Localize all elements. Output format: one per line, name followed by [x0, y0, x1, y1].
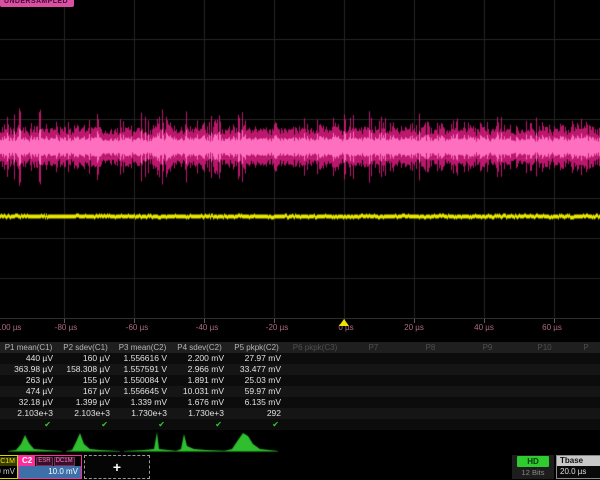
measurement-num-row: 2.103e+3 2.103e+3 1.730e+3 1.730e+3 292	[0, 408, 600, 419]
oscilloscope-screen: Undersampled -100 µs -80 µs -60 µs -40 µ…	[0, 0, 600, 480]
num-cell: 2.103e+3	[0, 408, 57, 419]
time-axis-label: -20 µs	[266, 323, 288, 332]
status-check-icon: ✔	[171, 419, 228, 430]
param-header-p4[interactable]: P4 sdev(C2)	[171, 342, 228, 353]
sdev-cell: 32.18 µV	[0, 397, 57, 408]
c2-coupling-badge: DC1M	[54, 457, 75, 466]
timebase-per-div: 20.0 µs	[557, 466, 600, 478]
measurement-table: P1 mean(C1) P2 sdev(C1) P3 mean(C2) P4 s…	[0, 342, 600, 430]
parameter-histicons[interactable]	[0, 430, 600, 454]
num-cell: 1.730e+3	[171, 408, 228, 419]
c2-label: C2	[19, 456, 35, 466]
num-cell: 292	[228, 408, 285, 419]
time-axis: -100 µs -80 µs -60 µs -40 µs -20 µs 0 µs…	[0, 318, 600, 336]
timebase-descriptor[interactable]: Tbase 20.0 µs	[556, 455, 600, 479]
min-cell: 263 µV	[0, 375, 57, 386]
time-axis-label: -80 µs	[55, 323, 77, 332]
sdev-cell: 6.135 mV	[228, 397, 285, 408]
hd-bits-label: 12 Bits	[512, 467, 554, 478]
max-cell: 10.031 mV	[171, 386, 228, 397]
param-header-p2[interactable]: P2 sdev(C1)	[57, 342, 114, 353]
status-check-icon: ✔	[0, 419, 57, 430]
max-cell: 1.556645 V	[114, 386, 171, 397]
undersampled-warning-badge: Undersampled	[0, 0, 74, 7]
waveform-grid-area[interactable]: Undersampled	[0, 0, 600, 318]
value-cell: 1.556616 V	[114, 353, 171, 364]
max-cell: 167 µV	[57, 386, 114, 397]
mean-cell: 363.98 µV	[0, 364, 57, 375]
min-cell: 1.891 mV	[171, 375, 228, 386]
timebase-title: Tbase	[557, 456, 600, 466]
param-header-p1[interactable]: P1 mean(C1)	[0, 342, 57, 353]
descriptor-bar: DC1M 0 mV C2 ESR DC1M 10.0 mV + HD 12 Bi…	[0, 455, 600, 480]
param-header-p8[interactable]: P8	[402, 342, 459, 353]
add-trace-button[interactable]: +	[84, 455, 150, 479]
waveform-canvas[interactable]	[0, 0, 600, 318]
c2-scale-value: 10.0 mV	[19, 466, 81, 478]
time-axis-label: -100 µs	[0, 323, 21, 332]
sdev-cell: 1.676 mV	[171, 397, 228, 408]
sdev-cell: 1.339 mV	[114, 397, 171, 408]
param-header-p3[interactable]: P3 mean(C2)	[114, 342, 171, 353]
sdev-cell: 1.399 µV	[57, 397, 114, 408]
param-header-p9[interactable]: P9	[459, 342, 516, 353]
acquisition-mode-tile: HD 12 Bits	[512, 455, 554, 479]
measurement-value-row: 440 µV 160 µV 1.556616 V 2.200 mV 27.97 …	[0, 353, 600, 364]
param-header-p11-clipped[interactable]: P	[573, 342, 599, 353]
mean-cell: 1.557591 V	[114, 364, 171, 375]
channel-c2-descriptor[interactable]: C2 ESR DC1M 10.0 mV	[18, 455, 82, 479]
measurement-sdev-row: 32.18 µV 1.399 µV 1.339 mV 1.676 mV 6.13…	[0, 397, 600, 408]
status-check-icon: ✔	[114, 419, 171, 430]
time-axis-label: 40 µs	[474, 323, 494, 332]
status-check-icon: ✔	[228, 419, 285, 430]
c1-coupling-badge: DC1M	[0, 457, 17, 466]
mean-cell: 158.308 µV	[57, 364, 114, 375]
param-header-p10[interactable]: P10	[516, 342, 573, 353]
min-cell: 155 µV	[57, 375, 114, 386]
num-cell: 2.103e+3	[57, 408, 114, 419]
time-axis-label: -40 µs	[196, 323, 218, 332]
measurement-min-row: 263 µV 155 µV 1.550084 V 1.891 mV 25.03 …	[0, 375, 600, 386]
param-header-p7[interactable]: P7	[345, 342, 402, 353]
max-cell: 474 µV	[0, 386, 57, 397]
mean-cell: 33.477 mV	[228, 364, 285, 375]
time-axis-label: -60 µs	[126, 323, 148, 332]
hd-mode-badge: HD	[517, 456, 549, 467]
min-cell: 25.03 mV	[228, 375, 285, 386]
num-cell: 1.730e+3	[114, 408, 171, 419]
value-cell: 440 µV	[0, 353, 57, 364]
time-axis-label: 60 µs	[542, 323, 562, 332]
c1-scale-value: 0 mV	[0, 466, 17, 478]
status-check-icon: ✔	[57, 419, 114, 430]
mean-cell: 2.966 mV	[171, 364, 228, 375]
value-cell: 2.200 mV	[171, 353, 228, 364]
param-header-p5[interactable]: P5 pkpk(C2)	[228, 342, 285, 353]
value-cell: 160 µV	[57, 353, 114, 364]
c2-esr-badge: ESR	[36, 457, 52, 466]
param-header-p6[interactable]: P6 pkpk(C3)	[285, 342, 345, 353]
channel-c1-descriptor[interactable]: DC1M 0 mV	[0, 455, 18, 479]
value-cell: 27.97 mV	[228, 353, 285, 364]
measurement-mean-row: 363.98 µV 158.308 µV 1.557591 V 2.966 mV…	[0, 364, 600, 375]
trigger-time-marker-icon[interactable]	[339, 319, 349, 326]
measurement-max-row: 474 µV 167 µV 1.556645 V 10.031 mV 59.97…	[0, 386, 600, 397]
max-cell: 59.97 mV	[228, 386, 285, 397]
time-axis-label: 20 µs	[404, 323, 424, 332]
min-cell: 1.550084 V	[114, 375, 171, 386]
measurement-header-row: P1 mean(C1) P2 sdev(C1) P3 mean(C2) P4 s…	[0, 342, 600, 353]
measurement-status-row: ✔ ✔ ✔ ✔ ✔	[0, 419, 600, 430]
